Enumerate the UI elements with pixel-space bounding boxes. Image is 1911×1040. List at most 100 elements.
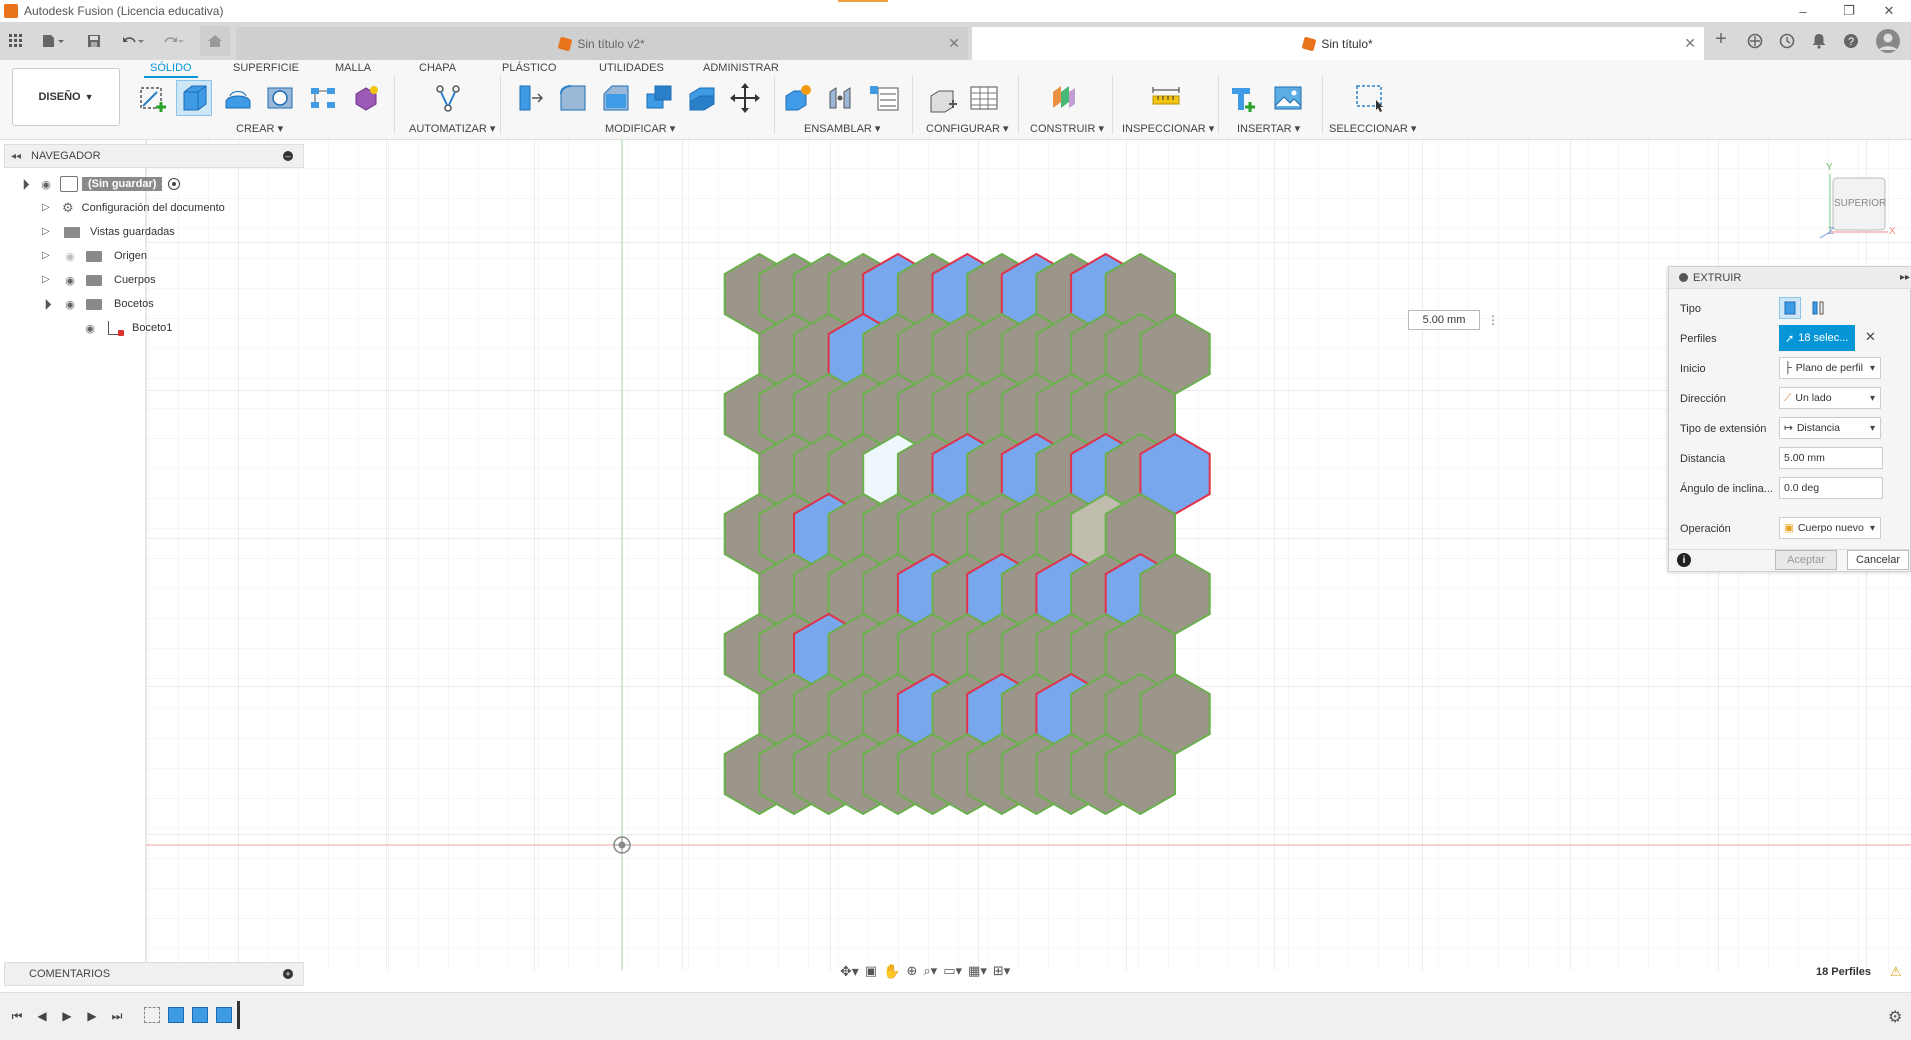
select-window-icon[interactable] xyxy=(1352,80,1388,116)
measure-icon[interactable] xyxy=(1148,80,1184,116)
go-to-start-icon[interactable]: ⏮ xyxy=(8,1007,26,1025)
timeline-extrude-icon[interactable] xyxy=(216,1007,232,1023)
apps-grid-icon[interactable] xyxy=(6,28,26,54)
viewports-icon[interactable]: ⊞▾ xyxy=(993,963,1010,979)
insert-image-icon[interactable] xyxy=(1270,80,1306,116)
expand-triangle-icon[interactable]: ◢ xyxy=(39,297,54,311)
timeline-sketch-icon[interactable] xyxy=(144,1007,160,1023)
expand-triangle-icon[interactable]: ▷ xyxy=(42,227,52,237)
expand-triangle-icon[interactable]: ◢ xyxy=(17,177,32,191)
activate-radio-icon[interactable] xyxy=(168,178,181,190)
tab-sin-titulo[interactable]: Sin título* ✕ xyxy=(972,27,1704,60)
zoom-window-icon[interactable]: ⌕▾ xyxy=(923,963,937,979)
group-seleccionar[interactable]: SELECCIONAR ▾ xyxy=(1329,122,1416,135)
info-icon[interactable]: i xyxy=(1677,553,1691,567)
hexagon-sketch-profiles[interactable] xyxy=(723,252,1211,816)
pan-hand-icon[interactable]: ✋ xyxy=(883,963,900,980)
tab-chapa[interactable]: CHAPA xyxy=(419,60,456,76)
configure-icon[interactable] xyxy=(925,80,961,116)
press-pull-icon[interactable] xyxy=(512,80,548,116)
close-window-button[interactable]: ✕ xyxy=(1866,0,1911,22)
insert-derive-icon[interactable] xyxy=(1226,80,1262,116)
timeline-extrude-icon[interactable] xyxy=(168,1007,184,1023)
extent-type-dropdown[interactable]: ↦ Distancia xyxy=(1779,417,1881,439)
pattern-icon[interactable] xyxy=(305,80,341,116)
profiles-selection-button[interactable]: ➚ 18 selec... xyxy=(1779,325,1855,351)
distance-manipulator-input[interactable]: 5.00 mm xyxy=(1408,310,1480,330)
tab-administrar[interactable]: ADMINISTRAR xyxy=(703,60,779,76)
tree-item-boceto1[interactable]: ◉ Boceto1 xyxy=(82,318,172,338)
group-configurar[interactable]: CONFIGURAR ▾ xyxy=(926,122,1009,135)
start-dropdown[interactable]: ├ Plano de perfil xyxy=(1779,357,1881,379)
extrude-dialog-header[interactable]: EXTRUIR ▸▸ xyxy=(1669,267,1911,289)
tree-item-cuerpos[interactable]: ▷ ◉ Cuerpos xyxy=(42,270,156,290)
hidden-eye-icon[interactable]: ◉ xyxy=(62,251,78,263)
notifications-bell-icon[interactable] xyxy=(1808,30,1830,52)
add-comment-icon[interactable]: + xyxy=(283,969,293,979)
step-back-icon[interactable]: ◀ xyxy=(33,1007,51,1025)
close-tab-icon[interactable]: ✕ xyxy=(1684,35,1696,52)
taper-angle-input[interactable]: 0.0 deg xyxy=(1779,477,1883,499)
workspace-switcher-button[interactable]: DISEÑO ▼ xyxy=(12,68,120,126)
operation-dropdown[interactable]: ▣ Cuerpo nuevo xyxy=(1779,517,1881,539)
group-construir[interactable]: CONSTRUIR ▾ xyxy=(1030,122,1104,135)
play-icon[interactable]: ▶ xyxy=(58,1007,76,1025)
automate-icon[interactable] xyxy=(430,80,466,116)
timeline-settings-gear-icon[interactable]: ⚙ xyxy=(1888,1007,1902,1027)
accept-button[interactable]: Aceptar xyxy=(1775,550,1837,570)
configuration-table-icon[interactable] xyxy=(966,80,1002,116)
tree-item-bocetos[interactable]: ◢ ◉ Bocetos xyxy=(39,294,154,314)
help-icon[interactable]: ? xyxy=(1840,30,1862,52)
minimize-button[interactable]: – xyxy=(1780,0,1826,22)
combine-icon[interactable] xyxy=(641,80,677,116)
tree-item-origen[interactable]: ▷ ◉ Origen xyxy=(42,246,147,266)
group-ensamblar[interactable]: ENSAMBLAR ▾ xyxy=(804,122,880,135)
visibility-eye-icon[interactable]: ◉ xyxy=(82,323,98,335)
tree-item-vistas[interactable]: ▷ Vistas guardadas xyxy=(42,222,175,242)
orbit-icon[interactable]: ✥▾ xyxy=(840,963,859,980)
navigator-header[interactable]: ◂◂ NAVEGADOR – xyxy=(4,144,304,168)
cancel-button[interactable]: Cancelar xyxy=(1847,550,1909,570)
user-avatar-icon[interactable] xyxy=(1876,29,1900,53)
move-icon[interactable] xyxy=(727,80,763,116)
group-inspeccionar[interactable]: INSPECCIONAR ▾ xyxy=(1122,122,1214,135)
save-icon[interactable] xyxy=(84,28,104,54)
direction-dropdown[interactable]: ⟋ Un lado xyxy=(1779,387,1881,409)
new-tab-icon[interactable]: + xyxy=(1710,28,1732,50)
group-insertar[interactable]: INSERTAR ▾ xyxy=(1237,122,1300,135)
group-modificar[interactable]: MODIFICAR ▾ xyxy=(605,122,675,135)
create-form-icon[interactable] xyxy=(348,80,384,116)
navigator-minimize-icon[interactable]: – xyxy=(283,151,293,161)
tab-solido[interactable]: SÓLIDO xyxy=(144,60,198,78)
go-to-end-icon[interactable]: ⏭ xyxy=(108,1007,126,1025)
construct-plane-icon[interactable] xyxy=(1045,80,1081,116)
visibility-eye-icon[interactable]: ◉ xyxy=(62,275,78,287)
tab-malla[interactable]: MALLA xyxy=(335,60,371,76)
visibility-eye-icon[interactable]: ◉ xyxy=(62,299,78,311)
hole-icon[interactable] xyxy=(262,80,298,116)
close-tab-icon[interactable]: ✕ xyxy=(948,35,960,52)
expand-triangle-icon[interactable]: ▷ xyxy=(42,203,52,213)
group-automatizar[interactable]: AUTOMATIZAR ▾ xyxy=(409,122,495,135)
extensions-icon[interactable] xyxy=(1744,30,1766,52)
step-forward-icon[interactable]: ▶ xyxy=(83,1007,101,1025)
expand-triangle-icon[interactable]: ▷ xyxy=(42,275,52,285)
tab-sin-titulo-v2[interactable]: Sin título v2* ✕ xyxy=(236,27,968,60)
bill-of-materials-icon[interactable] xyxy=(866,80,902,116)
origin-point-icon[interactable] xyxy=(613,836,631,854)
distance-input[interactable]: 5.00 mm xyxy=(1779,447,1883,469)
expand-triangle-icon[interactable]: ▷ xyxy=(42,251,52,261)
timeline-marker[interactable] xyxy=(237,1001,240,1029)
joint-icon[interactable] xyxy=(822,80,858,116)
home-icon[interactable] xyxy=(200,26,230,56)
display-settings-icon[interactable]: ▭▾ xyxy=(943,963,962,979)
new-component-icon[interactable] xyxy=(780,80,816,116)
group-crear[interactable]: CREAR ▾ xyxy=(236,122,283,135)
clear-selection-icon[interactable]: ✕ xyxy=(1865,329,1876,345)
viewcube[interactable]: SUPERIOR Y X Z xyxy=(1808,160,1898,240)
job-status-icon[interactable] xyxy=(1776,30,1798,52)
grid-settings-icon[interactable]: ▦▾ xyxy=(968,963,987,979)
timeline-extrude-icon[interactable] xyxy=(192,1007,208,1023)
revolve-icon[interactable] xyxy=(220,80,256,116)
comments-panel[interactable]: COMENTARIOS + xyxy=(4,962,304,986)
